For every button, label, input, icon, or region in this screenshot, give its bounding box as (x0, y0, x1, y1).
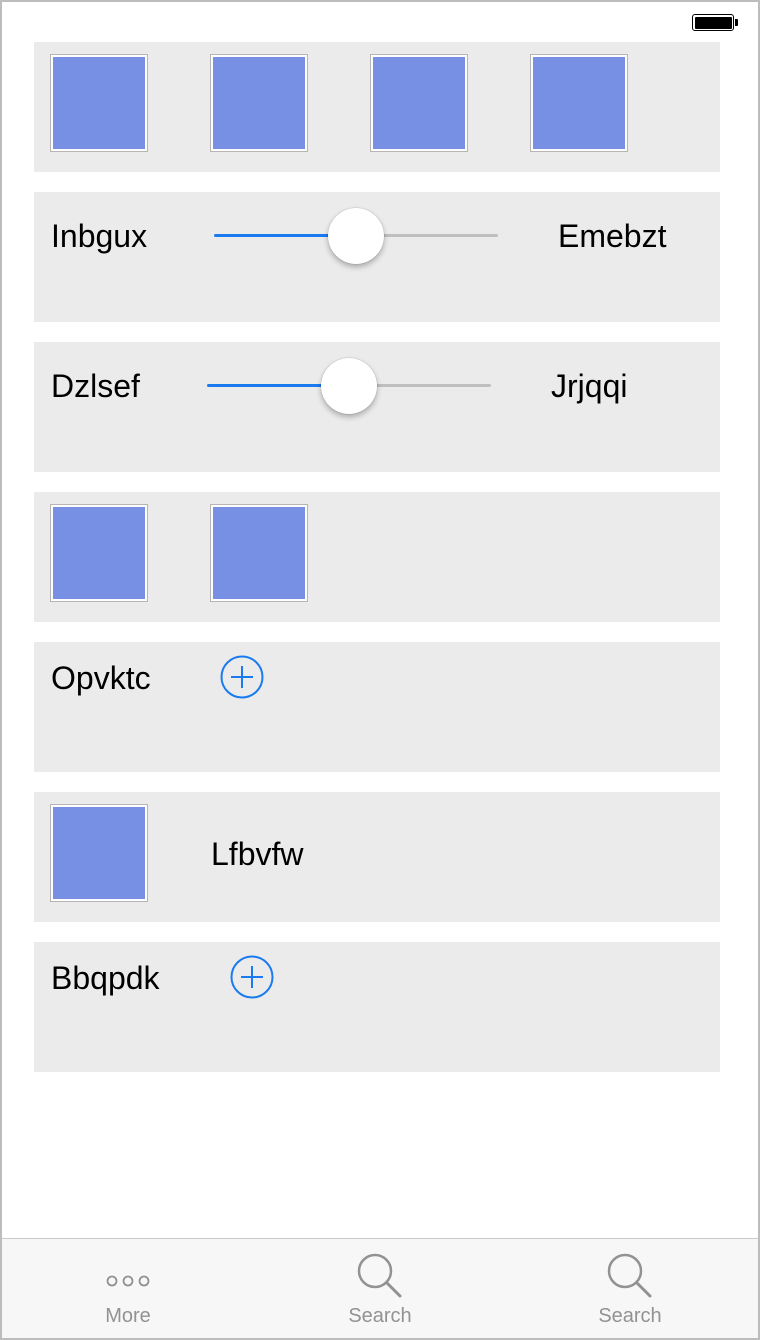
slider-row-card: Inbgux Emebzt (34, 192, 720, 322)
slider-row-card: Dzlsef Jrjqqi (34, 342, 720, 472)
tab-search[interactable]: Search (254, 1239, 506, 1338)
tab-label: More (105, 1305, 151, 1327)
plus-circle-icon (230, 955, 274, 999)
thumbnail-image[interactable] (210, 54, 308, 152)
thumbnail-image[interactable] (50, 54, 148, 152)
add-row-card: Bbqpdk (34, 942, 720, 1072)
slider-max-label: Jrjqqi (551, 368, 628, 404)
tab-label: Search (348, 1305, 412, 1327)
thumbnail-image[interactable] (50, 504, 148, 602)
search-icon (357, 1253, 402, 1298)
more-icon (106, 1275, 150, 1287)
plus-circle-icon (220, 655, 264, 699)
slider[interactable] (207, 356, 491, 416)
tab-search[interactable]: Search (504, 1239, 756, 1338)
tab-more[interactable]: More (2, 1239, 254, 1338)
slider-thumb[interactable] (328, 208, 384, 264)
add-button[interactable] (230, 955, 274, 999)
row-label: Bbqpdk (51, 960, 160, 996)
thumbnail-image[interactable] (210, 504, 308, 602)
add-button[interactable] (220, 655, 264, 699)
thumbnail-label-row-card: Lfbvfw (34, 792, 720, 922)
search-icon (607, 1253, 652, 1298)
battery-tip (735, 19, 738, 26)
tab-bar: More Search Search (2, 1238, 758, 1338)
thumbnail-image[interactable] (370, 54, 468, 152)
tab-label: Search (598, 1305, 662, 1327)
row-label: Opvktc (51, 660, 151, 696)
slider-thumb[interactable] (321, 358, 377, 414)
row-label: Lfbvfw (211, 836, 304, 872)
status-bar (2, 2, 758, 42)
thumbnail-row-card (34, 42, 720, 172)
thumbnail-row-card (34, 492, 720, 622)
slider-min-label: Inbgux (51, 218, 148, 254)
thumbnail-image[interactable] (50, 804, 148, 902)
battery-icon (692, 14, 734, 31)
app-screen: Inbgux Emebzt Dzlsef Jrjqqi Opvktc Lfbvf… (0, 0, 760, 1340)
slider-min-label: Dzlsef (51, 368, 140, 404)
add-row-card: Opvktc (34, 642, 720, 772)
slider[interactable] (214, 206, 498, 266)
thumbnail-image[interactable] (530, 54, 628, 152)
slider-max-label: Emebzt (558, 218, 667, 254)
